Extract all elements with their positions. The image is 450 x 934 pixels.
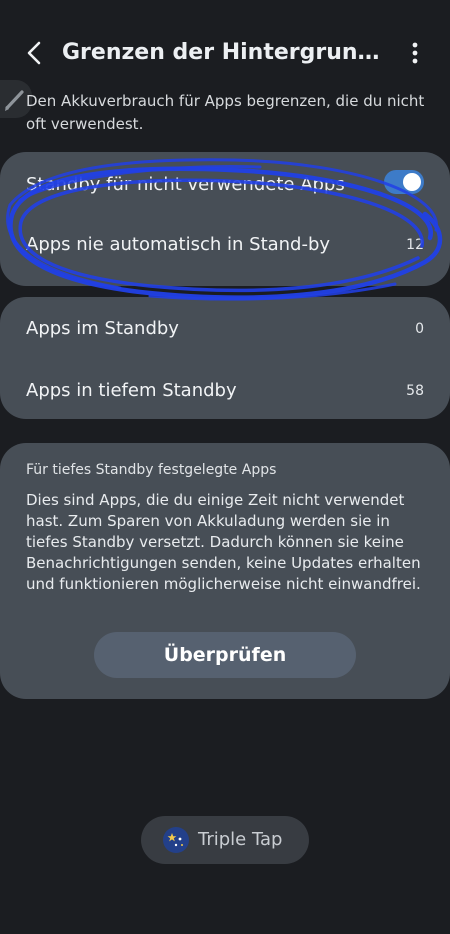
more-vert-icon: [412, 42, 418, 64]
never-standby-label: Apps nie automatisch in Stand-by: [26, 234, 331, 255]
back-button[interactable]: [18, 36, 52, 70]
page-description: Den Akkuverbrauch für Apps begrenzen, di…: [26, 92, 425, 133]
deep-standby-count: 58: [406, 383, 424, 399]
apps-in-standby-label: Apps im Standby: [26, 318, 179, 339]
toggle-knob: [403, 173, 421, 191]
never-standby-count: 12: [406, 237, 424, 253]
deep-standby-row[interactable]: Apps in tiefem Standby 58: [26, 376, 426, 406]
more-options-button[interactable]: [400, 38, 430, 68]
back-arrow-icon: [27, 41, 41, 65]
app-header: Grenzen der Hintergrundn…: [0, 26, 450, 82]
standby-unused-label: Standby für nicht verwendete Apps: [26, 174, 345, 195]
never-standby-apps-row[interactable]: Apps nie automatisch in Stand-by 12: [26, 230, 426, 260]
triple-tap-button[interactable]: Triple Tap: [141, 816, 309, 864]
apps-in-standby-count: 0: [415, 321, 424, 337]
deep-standby-info-title: Für tiefes Standby festgelegte Apps: [26, 462, 277, 478]
review-button[interactable]: Überprüfen: [94, 632, 356, 678]
deep-standby-label: Apps in tiefem Standby: [26, 380, 237, 401]
sparkle-icon: [163, 827, 189, 853]
apps-in-standby-row[interactable]: Apps im Standby 0: [26, 314, 426, 344]
standby-unused-apps-row[interactable]: Standby für nicht verwendete Apps: [26, 170, 426, 200]
triple-tap-label: Triple Tap: [198, 829, 283, 850]
standby-unused-toggle[interactable]: [384, 170, 424, 194]
page-title: Grenzen der Hintergrundn…: [62, 40, 392, 65]
deep-standby-info-text: Dies sind Apps, die du einige Zeit nicht…: [26, 491, 421, 593]
